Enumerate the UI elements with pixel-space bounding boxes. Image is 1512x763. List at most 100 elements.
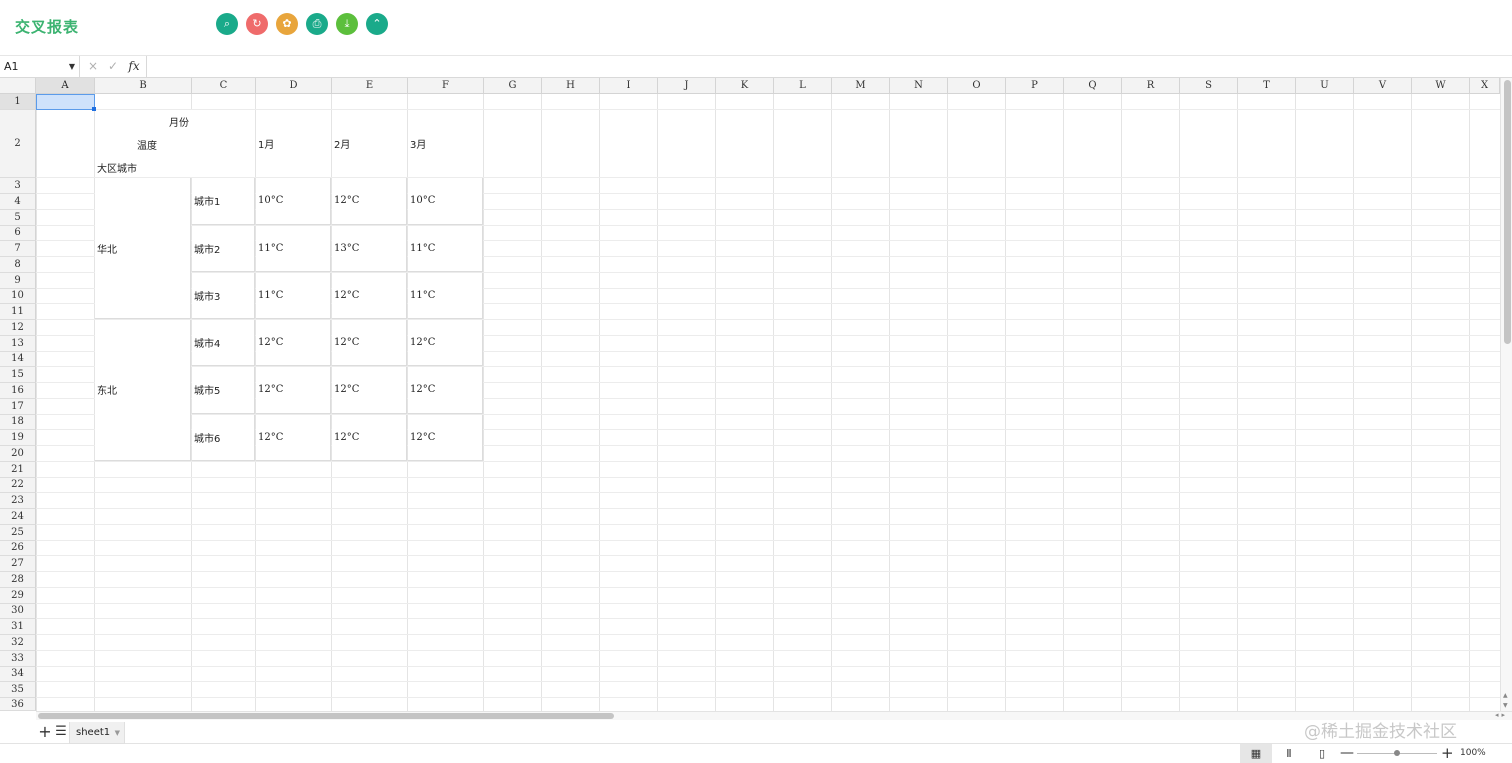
column-header-l[interactable]: L: [774, 78, 832, 94]
temp-cell[interactable]: 12°C: [332, 272, 407, 319]
cancel-icon[interactable]: ×: [84, 56, 102, 77]
row-header-11[interactable]: 11: [0, 304, 36, 320]
temp-cell[interactable]: 12°C: [256, 414, 331, 461]
select-all-corner[interactable]: [0, 78, 36, 94]
row-header-36[interactable]: 36: [0, 698, 36, 711]
sheet-list-icon[interactable]: ☰: [54, 722, 68, 742]
column-header-d[interactable]: D: [256, 78, 332, 94]
temp-cell[interactable]: 12°C: [408, 367, 483, 414]
month-header-3[interactable]: 3月: [408, 110, 483, 177]
month-header-2[interactable]: 2月: [332, 110, 407, 177]
row-header-13[interactable]: 13: [0, 335, 36, 352]
row-header-10[interactable]: 10: [0, 288, 36, 305]
row-header-24[interactable]: 24: [0, 509, 36, 525]
row-header-5[interactable]: 5: [0, 209, 36, 226]
row-header-16[interactable]: 16: [0, 383, 36, 399]
temp-cell[interactable]: 10°C: [256, 178, 331, 225]
page-break-view-icon[interactable]: ▯: [1306, 744, 1338, 763]
report-header-corner[interactable]: 月份 温度 大区城市: [95, 110, 255, 177]
row-header-7[interactable]: 7: [0, 241, 36, 257]
temp-cell[interactable]: 12°C: [256, 367, 331, 414]
column-header-m[interactable]: M: [832, 78, 890, 94]
column-header-t[interactable]: T: [1238, 78, 1296, 94]
zoom-out-icon[interactable]: —: [1340, 744, 1354, 762]
temp-cell[interactable]: 13°C: [332, 225, 407, 272]
city-cell[interactable]: 城市3: [192, 272, 255, 319]
region-cell[interactable]: 东北: [95, 320, 191, 461]
normal-view-icon[interactable]: ▦: [1240, 744, 1272, 763]
column-header-e[interactable]: E: [332, 78, 408, 94]
formula-input[interactable]: [150, 58, 1490, 75]
confirm-icon[interactable]: ✓: [104, 56, 122, 77]
column-header-g[interactable]: G: [484, 78, 542, 94]
scroll-up-icon[interactable]: ▲: [1503, 692, 1508, 699]
column-header-c[interactable]: C: [192, 78, 256, 94]
scroll-down-icon[interactable]: ▼: [1503, 702, 1508, 709]
print-icon[interactable]: ⎙: [306, 13, 328, 35]
column-header-k[interactable]: K: [716, 78, 774, 94]
city-cell[interactable]: 城市5: [192, 367, 255, 414]
horizontal-scrollbar[interactable]: ◂▸: [36, 711, 1512, 720]
fill-handle[interactable]: [92, 107, 96, 111]
row-header-29[interactable]: 29: [0, 587, 36, 604]
row-header-17[interactable]: 17: [0, 398, 36, 415]
column-header-j[interactable]: J: [658, 78, 716, 94]
sheet-tab-sheet1[interactable]: sheet1 ▼: [69, 722, 125, 744]
row-header-21[interactable]: 21: [0, 461, 36, 478]
row-header-9[interactable]: 9: [0, 272, 36, 289]
row-header-22[interactable]: 22: [0, 477, 36, 494]
cell-name-box[interactable]: A1 ▼: [0, 56, 80, 77]
column-header-a[interactable]: A: [36, 78, 95, 94]
row-header-35[interactable]: 35: [0, 682, 36, 698]
column-header-s[interactable]: S: [1180, 78, 1238, 94]
vertical-scroll-thumb[interactable]: [1504, 80, 1511, 344]
temp-cell[interactable]: 12°C: [256, 320, 331, 367]
row-header-26[interactable]: 26: [0, 540, 36, 557]
temp-cell[interactable]: 12°C: [332, 178, 407, 225]
temp-cell[interactable]: 12°C: [408, 320, 483, 367]
column-header-x[interactable]: X: [1470, 78, 1500, 94]
spreadsheet-grid[interactable]: ABCDEFGHIJKLMNOPQRSTUVWX 1 2 3 4 5 6 7 8 9 10 11 12…: [0, 78, 1500, 711]
row-header-25[interactable]: 25: [0, 524, 36, 541]
column-header-o[interactable]: O: [948, 78, 1006, 94]
row-header-12[interactable]: 12: [0, 320, 36, 336]
row-header-30[interactable]: 30: [0, 603, 36, 620]
city-cell[interactable]: 城市4: [192, 320, 255, 367]
vertical-scrollbar[interactable]: ▲ ▼: [1500, 78, 1512, 711]
city-cell[interactable]: 城市6: [192, 414, 255, 461]
column-header-h[interactable]: H: [542, 78, 600, 94]
column-header-i[interactable]: I: [600, 78, 658, 94]
city-cell[interactable]: 城市1: [192, 178, 255, 225]
column-header-b[interactable]: B: [95, 78, 192, 94]
row-header-18[interactable]: 18: [0, 414, 36, 431]
column-header-u[interactable]: U: [1296, 78, 1354, 94]
temp-cell[interactable]: 11°C: [256, 272, 331, 319]
region-cell[interactable]: 华北: [95, 178, 191, 319]
row-header-27[interactable]: 27: [0, 556, 36, 572]
selected-cell-a1[interactable]: [36, 94, 95, 110]
row-header-8[interactable]: 8: [0, 257, 36, 273]
city-cell[interactable]: 城市2: [192, 225, 255, 272]
add-sheet-icon[interactable]: +: [38, 722, 52, 742]
row-header-28[interactable]: 28: [0, 572, 36, 588]
collapse-icon[interactable]: ⌃: [366, 13, 388, 35]
caret-down-icon[interactable]: ▼: [69, 56, 75, 77]
temp-cell[interactable]: 11°C: [408, 225, 483, 272]
row-header-2[interactable]: 2: [0, 110, 36, 178]
temp-cell[interactable]: 12°C: [408, 414, 483, 461]
column-header-p[interactable]: P: [1006, 78, 1064, 94]
row-header-4[interactable]: 4: [0, 194, 36, 210]
temp-cell[interactable]: 11°C: [408, 272, 483, 319]
row-header-6[interactable]: 6: [0, 225, 36, 242]
row-header-15[interactable]: 15: [0, 367, 36, 383]
column-header-r[interactable]: R: [1122, 78, 1180, 94]
refresh-icon[interactable]: ↻: [246, 13, 268, 35]
row-header-32[interactable]: 32: [0, 635, 36, 651]
row-header-33[interactable]: 33: [0, 650, 36, 667]
column-header-w[interactable]: W: [1412, 78, 1470, 94]
zoom-in-icon[interactable]: +: [1441, 744, 1454, 762]
row-header-19[interactable]: 19: [0, 430, 36, 446]
row-header-31[interactable]: 31: [0, 619, 36, 635]
caret-down-icon[interactable]: ▼: [115, 722, 120, 744]
row-header-23[interactable]: 23: [0, 493, 36, 509]
